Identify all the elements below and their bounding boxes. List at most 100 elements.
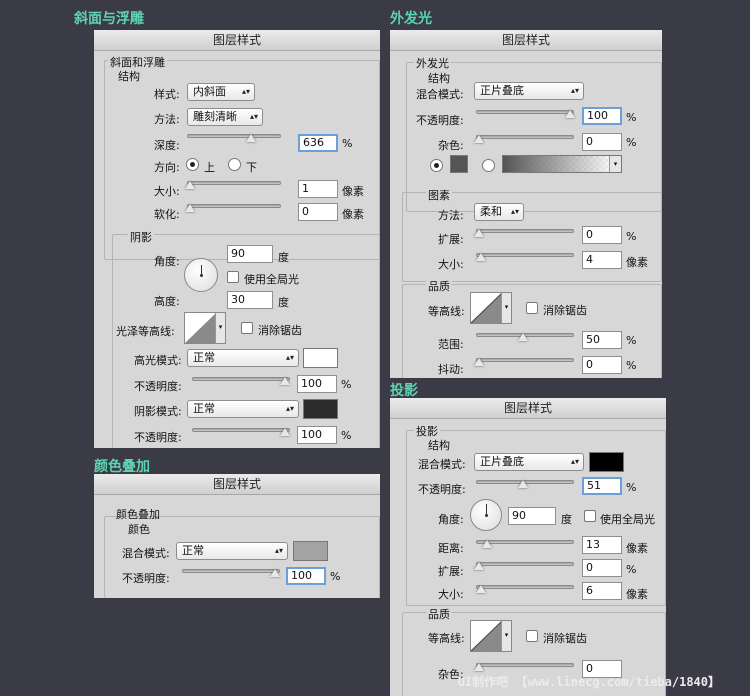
drop-spread-input[interactable]: 0 (582, 559, 622, 577)
method-select[interactable]: 雕刻清晰 ▴▾ (187, 108, 263, 126)
overlay-opacity-input[interactable]: 100 (286, 567, 326, 585)
drop-opacity-unit: % (626, 481, 637, 494)
overlay-color-swatch[interactable] (293, 541, 328, 561)
soften-label: 软化: (154, 208, 180, 221)
depth-unit: % (342, 137, 353, 150)
size-input[interactable]: 1 (298, 180, 338, 198)
glow-size-input[interactable]: 4 (582, 251, 622, 269)
technique-label: 方法: (438, 209, 464, 222)
glow-solid-color-radio[interactable] (430, 159, 443, 172)
drop-global-light-checkbox[interactable] (584, 510, 596, 522)
overlay-blend-value: 正常 (182, 544, 204, 557)
depth-input[interactable]: 636 (298, 134, 338, 152)
glow-opacity-input[interactable]: 100 (582, 107, 622, 125)
glow-size-thumb[interactable] (476, 253, 486, 261)
angle-dial[interactable] (184, 258, 218, 292)
highlight-opacity-slider[interactable] (192, 377, 290, 381)
jitter-input[interactable]: 0 (582, 356, 622, 374)
shadow-mode-select[interactable]: 正常 ▴▾ (187, 400, 299, 418)
soften-input[interactable]: 0 (298, 203, 338, 221)
drop-noise-slider[interactable] (476, 663, 574, 667)
updown-arrow-icon: ▴▾ (249, 112, 258, 121)
overlay-opacity-slider[interactable] (182, 569, 280, 573)
shadow-opacity-thumb[interactable] (280, 428, 290, 436)
angle-input[interactable]: 90 (227, 245, 273, 263)
glow-noise-label: 杂色: (438, 139, 464, 152)
glow-spread-input[interactable]: 0 (582, 226, 622, 244)
chevron-down-icon: ▾ (609, 156, 621, 172)
glow-spread-slider[interactable] (476, 229, 574, 233)
drop-size-thumb[interactable] (476, 585, 486, 593)
size-slider[interactable] (187, 181, 281, 185)
glow-opacity-slider[interactable] (476, 110, 574, 114)
technique-select[interactable]: 柔和 ▴▾ (474, 203, 524, 221)
jitter-slider[interactable] (476, 358, 574, 362)
glow-contour-picker[interactable]: ▾ (470, 292, 512, 324)
highlight-color-swatch[interactable] (303, 348, 338, 368)
altitude-input[interactable]: 30 (227, 291, 273, 309)
drop-shadow-color-swatch[interactable] (589, 452, 624, 472)
glow-opacity-unit: % (626, 111, 637, 124)
highlight-opacity-thumb[interactable] (280, 377, 290, 385)
glow-opacity-thumb[interactable] (565, 110, 575, 118)
drop-contour-picker[interactable]: ▾ (470, 620, 512, 652)
shadow-color-swatch[interactable] (303, 399, 338, 419)
depth-slider-thumb[interactable] (246, 134, 256, 142)
watermark: UI制作吧 【www.linecg.com/tieba/1840】 (457, 675, 720, 689)
distance-thumb[interactable] (482, 540, 492, 548)
drop-opacity-label: 不透明度: (418, 483, 466, 496)
glow-gradient-radio[interactable] (482, 159, 495, 172)
drop-spread-thumb[interactable] (474, 562, 484, 570)
glow-noise-slider[interactable] (476, 135, 574, 139)
glow-blend-select[interactable]: 正片叠底 ▴▾ (474, 82, 584, 100)
glow-anti-alias-label: 消除锯齿 (543, 304, 587, 317)
style-select[interactable]: 内斜面 ▴▾ (187, 83, 255, 101)
shadow-mode-label: 阴影模式: (134, 405, 182, 418)
color-overlay-group-label: 颜色叠加 (116, 508, 160, 521)
distance-input[interactable]: 13 (582, 536, 622, 554)
drop-opacity-thumb[interactable] (518, 480, 528, 488)
range-label: 范围: (438, 338, 464, 351)
shadow-opacity-input[interactable]: 100 (297, 426, 337, 444)
size-slider-thumb[interactable] (185, 181, 195, 189)
glow-spread-thumb[interactable] (474, 229, 484, 237)
highlight-opacity-unit: % (341, 378, 352, 391)
highlight-opacity-label: 不透明度: (134, 380, 182, 393)
shadow-blend-select[interactable]: 正片叠底 ▴▾ (474, 453, 584, 471)
drop-spread-slider[interactable] (476, 562, 574, 566)
soften-slider[interactable] (187, 204, 281, 208)
distance-unit: 像素 (626, 542, 648, 555)
drop-angle-input[interactable]: 90 (508, 507, 556, 525)
drop-opacity-input[interactable]: 51 (582, 477, 622, 495)
global-light-checkbox[interactable] (227, 271, 239, 283)
direction-down-radio[interactable] (228, 158, 241, 171)
updown-arrow-icon: ▴▾ (241, 87, 250, 96)
overlay-blend-select[interactable]: 正常 ▴▾ (176, 542, 288, 560)
range-input[interactable]: 50 (582, 331, 622, 349)
drop-size-input[interactable]: 6 (582, 582, 622, 600)
glow-gradient-picker[interactable]: ▾ (502, 155, 622, 173)
shadow-opacity-slider[interactable] (192, 428, 290, 432)
shadow-blend-value: 正片叠底 (480, 455, 524, 468)
glow-color-swatch[interactable] (450, 155, 468, 173)
direction-up-radio[interactable] (186, 158, 199, 171)
soften-slider-thumb[interactable] (185, 204, 195, 212)
glow-size-slider[interactable] (476, 253, 574, 257)
glow-anti-alias-checkbox[interactable] (526, 302, 538, 314)
highlight-mode-select[interactable]: 正常 ▴▾ (187, 349, 299, 367)
drop-angle-dial[interactable] (470, 499, 502, 531)
overlay-opacity-unit: % (330, 570, 341, 583)
gloss-contour-picker[interactable]: ▾ (184, 312, 226, 344)
glow-noise-input[interactable]: 0 (582, 133, 622, 151)
range-thumb[interactable] (518, 333, 528, 341)
drop-noise-thumb[interactable] (474, 663, 484, 671)
updown-arrow-icon: ▴▾ (570, 457, 579, 466)
depth-slider[interactable] (187, 134, 281, 138)
anti-alias-checkbox[interactable] (241, 322, 253, 334)
overlay-opacity-thumb[interactable] (270, 569, 280, 577)
highlight-opacity-input[interactable]: 100 (297, 375, 337, 393)
drop-anti-alias-checkbox[interactable] (526, 630, 538, 642)
jitter-thumb[interactable] (474, 358, 484, 366)
glow-noise-thumb[interactable] (474, 135, 484, 143)
drop-size-slider[interactable] (476, 585, 574, 589)
